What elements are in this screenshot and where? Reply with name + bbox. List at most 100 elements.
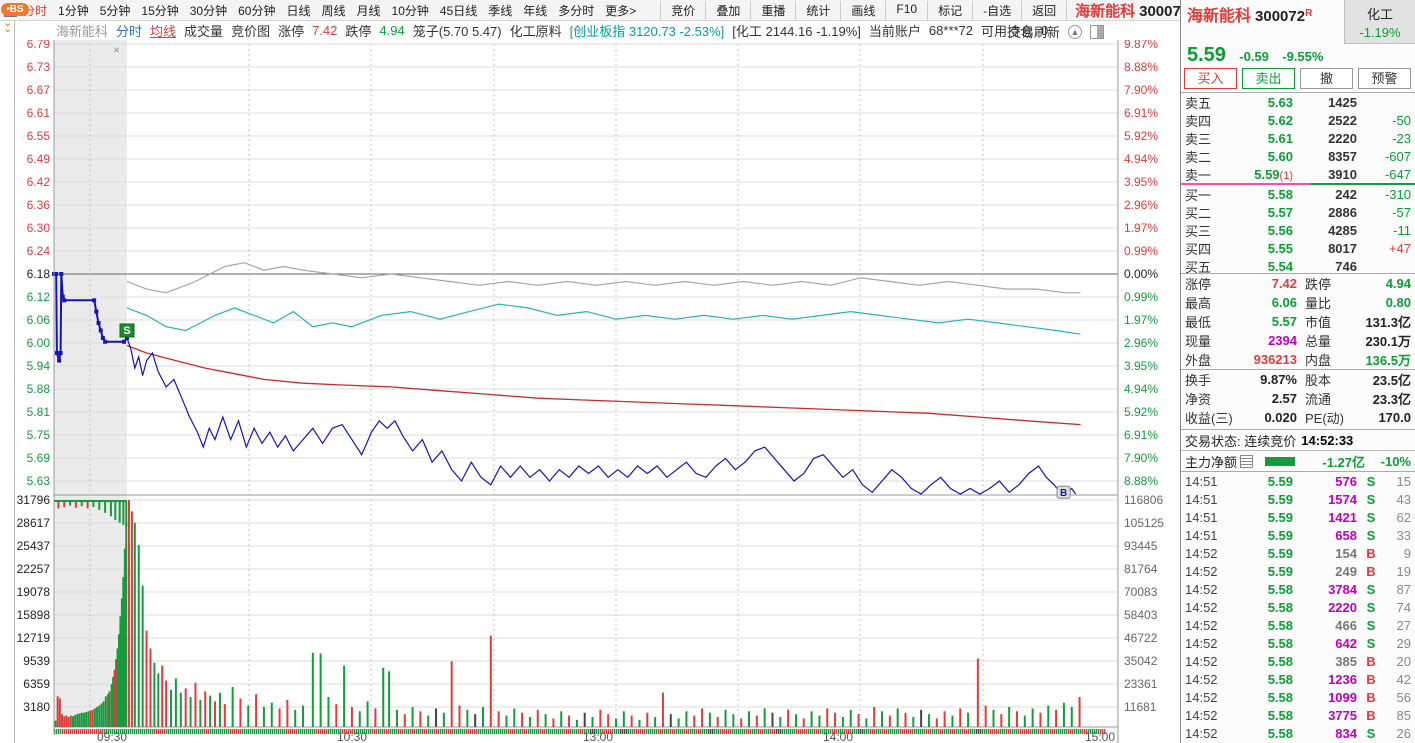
svg-text:6.42: 6.42 (27, 175, 51, 189)
svg-text:5.92%: 5.92% (1124, 405, 1158, 419)
svg-text:9.87%: 9.87% (1124, 40, 1158, 51)
svg-text:10:30: 10:30 (337, 730, 367, 743)
svg-text:14:00: 14:00 (823, 730, 853, 743)
double-chevron-down-icon[interactable]: ⌄ ⌄ (3, 18, 12, 35)
index-overlay-label[interactable]: [创业板指 3120.73 -2.53%] (570, 21, 725, 40)
order-book-row-卖三[interactable]: 卖三 5.61 2220 -23 (1181, 129, 1415, 147)
tick-trade-row: 14:52 5.58 2220 S 74 (1185, 599, 1411, 615)
toolbar-button-叠加[interactable]: 叠加 (705, 0, 750, 20)
sector-overlay-label[interactable]: [化工 2144.16 -1.19%] (732, 21, 861, 40)
last-price-row: 5.59 -0.59 -9.55% (1187, 44, 1323, 66)
header-view-label[interactable]: 分时 (116, 21, 142, 40)
tab-30分钟[interactable]: 30分钟 (190, 2, 227, 19)
svg-text:6.18: 6.18 (27, 267, 51, 281)
index-overlay-line (126, 262, 1081, 294)
svg-text:×: × (113, 43, 120, 57)
order-book: 卖五 5.63 1425 卖四 5.62 2522 -50 卖三 5.61 2220 -23 卖二 5.… (1181, 92, 1415, 275)
svg-text:6.91%: 6.91% (1124, 106, 1158, 120)
order-book-row-卖一[interactable]: 卖一 5.59(1) 3910 -647 (1181, 165, 1415, 183)
header-bidchart-toggle[interactable]: 竞价图 (231, 21, 270, 40)
price-change-pct: -9.55% (1282, 49, 1324, 64)
order-book-row-卖二[interactable]: 卖二 5.60 8357 -607 (1181, 147, 1415, 165)
svg-text:12719: 12719 (17, 631, 51, 645)
svg-text:0.99%: 0.99% (1124, 244, 1158, 258)
tab-多分时[interactable]: 多分时 (558, 2, 594, 19)
tab-15分钟[interactable]: 15分钟 (141, 2, 178, 19)
tick-trade-row: 14:52 5.58 3775 B 85 (1185, 707, 1411, 723)
svg-text:23361: 23361 (1124, 677, 1158, 691)
toolbar-button-返回[interactable]: 返回 (1021, 0, 1068, 20)
svg-text:0.99%: 0.99% (1124, 290, 1158, 304)
svg-text:3.95%: 3.95% (1124, 175, 1158, 189)
svg-text:93445: 93445 (1124, 539, 1158, 553)
toolbar-stock-title: 海新能科300072R (1075, 0, 1196, 21)
svg-text:6359: 6359 (23, 677, 50, 691)
tab-月线[interactable]: 月线 (357, 2, 381, 19)
tab-日线[interactable]: 日线 (286, 2, 310, 19)
intraday-chart[interactable]: × S B 6.79 6.73 6.67 6.61 6.55 6.49 6.42 6.36 6.30 6… (0, 37, 1180, 743)
toolbar-button--自选[interactable]: -自选 (972, 0, 1021, 20)
bs-signal-badge[interactable]: •BS (1, 3, 29, 16)
order-book-row-卖五[interactable]: 卖五 5.63 1425 (1181, 93, 1415, 111)
limit-up-label: 涨停 (278, 23, 305, 39)
industry-label[interactable]: 化工原料 (510, 21, 562, 40)
order-book-row-买三[interactable]: 买三 5.56 4285 -11 (1181, 221, 1415, 239)
toolbar-button-标记[interactable]: 标记 (927, 0, 972, 20)
toolbar-button-统计[interactable]: 统计 (795, 0, 840, 20)
tab-季线[interactable]: 季线 (488, 2, 512, 19)
svg-text:35042: 35042 (1124, 654, 1158, 668)
quote-panel: 海新能科 300072R 化工 -1.19% 5.59 -0.59 -9.55% … (1180, 0, 1415, 743)
buy-mark-badge: B (1056, 485, 1071, 499)
list-icon[interactable] (1240, 455, 1254, 468)
tab-45日线[interactable]: 45日线 (440, 2, 477, 19)
chart-header: 海新能科 分时 均线 成交量 竞价图 涨停 7.42 跌停 4.94 笼子(5.… (56, 21, 1048, 40)
tab-1分钟[interactable]: 1分钟 (58, 2, 89, 19)
svg-text:70083: 70083 (1124, 585, 1158, 599)
order-book-row-买一[interactable]: 买一 5.58 242 -310 (1181, 185, 1415, 203)
order-book-row-卖四[interactable]: 卖四 5.62 2522 -50 (1181, 111, 1415, 129)
tab-60分钟[interactable]: 60分钟 (238, 2, 275, 19)
svg-text:5.81: 5.81 (27, 405, 51, 419)
panel-stock-title: 海新能科 300072R (1187, 2, 1312, 26)
order-book-row-买四[interactable]: 买四 5.55 8017 +47 (1181, 239, 1415, 257)
order-book-row-买二[interactable]: 买二 5.57 2886 -57 (1181, 203, 1415, 221)
toolbar-button-画线[interactable]: 画线 (840, 0, 885, 20)
toolbar-button-竞价[interactable]: 竞价 (660, 0, 705, 20)
main-net-row: 主力净额 -1.27亿 -10% (1181, 450, 1415, 472)
tab-10分钟[interactable]: 10分钟 (392, 2, 429, 19)
tab-周线[interactable]: 周线 (321, 2, 345, 19)
buy-button[interactable]: 买入 (1184, 68, 1237, 89)
split-view-icon[interactable] (1090, 24, 1105, 39)
stock-code: 300072 (1255, 8, 1306, 25)
price-change: -0.59 (1239, 49, 1269, 64)
svg-text:6.67: 6.67 (27, 83, 51, 97)
toolbar-button-重播[interactable]: 重播 (750, 0, 795, 20)
tick-trade-list[interactable]: 14:51 5.59 576 S 15 14:51 5.59 1574 S 43 14:51 5.59… (1181, 471, 1415, 743)
cancel-button[interactable]: 撤 (1300, 68, 1353, 89)
toolbar-button-F10[interactable]: F10 (885, 0, 927, 20)
toolbar-buttons: 竞价 叠加 重播 统计 画线 F10 标记 -自选 返回 (660, 0, 1068, 20)
stat-row: 外盘 936213 内盘 136.5万 (1185, 352, 1411, 368)
tick-trade-row: 14:52 5.58 385 B 20 (1185, 653, 1411, 669)
tab-更多>[interactable]: 更多> (605, 2, 636, 19)
sell-button[interactable]: 卖出 (1242, 68, 1295, 89)
stat-row: 最低 5.57 市值 131.3亿 (1185, 314, 1411, 330)
header-volume-toggle[interactable]: 成交量 (184, 21, 223, 40)
svg-text:22257: 22257 (17, 562, 51, 576)
tab-5分钟[interactable]: 5分钟 (100, 2, 131, 19)
price-line (126, 337, 1077, 495)
header-ma-toggle[interactable]: 均线 (150, 21, 176, 40)
expand-icon[interactable]: ▲ (1068, 24, 1083, 39)
alert-button[interactable]: 预警 (1358, 68, 1411, 89)
stat-row: 收益(三) 0.020 PE(动) 170.0 (1185, 410, 1411, 426)
svg-text:6.55: 6.55 (27, 129, 51, 143)
sector-quote-box[interactable]: 化工 -1.19% (1344, 0, 1415, 44)
tab-年线[interactable]: 年线 (523, 2, 547, 19)
svg-text:6.24: 6.24 (27, 244, 51, 258)
average-price-line (126, 344, 1081, 426)
svg-text:3180: 3180 (23, 700, 50, 714)
tick-trade-row: 14:52 5.59 249 B 19 (1185, 563, 1411, 579)
trade-refresh-link[interactable]: 交易刷新 (1008, 22, 1060, 41)
svg-text:09:30: 09:30 (97, 730, 127, 743)
svg-text:28617: 28617 (17, 516, 51, 530)
